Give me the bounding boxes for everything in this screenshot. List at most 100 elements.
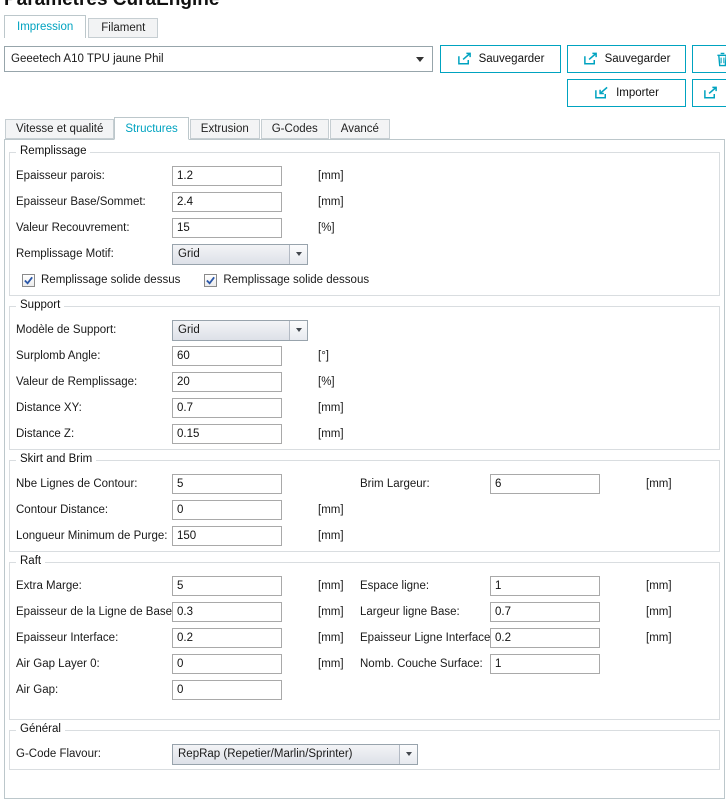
raft-extra-margin-input[interactable] — [172, 576, 282, 596]
tab-extrusion[interactable]: Extrusion — [190, 119, 260, 139]
field-label: Epaisseur Ligne Interface: — [360, 632, 490, 644]
field-row: Valeur de Remplissage: [%] — [16, 369, 713, 395]
raft-line-spacing-input[interactable] — [490, 576, 600, 596]
solid-top-checkbox-label: Remplissage solide dessus — [41, 274, 180, 286]
support-distance-xy-input[interactable] — [172, 398, 282, 418]
support-distance-z-input[interactable] — [172, 424, 282, 444]
field-label: Espace ligne: — [360, 580, 490, 592]
trash-icon — [716, 52, 726, 67]
field-row: Longueur Minimum de Purge: [mm] — [16, 523, 713, 549]
save-button-label: Sauvegarder — [479, 53, 545, 65]
skirt-distance-input[interactable] — [172, 500, 282, 520]
bottom-top-thickness-input[interactable] — [172, 192, 282, 212]
support-pattern-value: Grid — [173, 324, 289, 336]
checkbox-row: Remplissage solide dessus Remplissage so… — [16, 267, 713, 293]
group-title: Général — [16, 723, 65, 735]
import-button[interactable]: Importer — [567, 79, 686, 107]
infill-overlap-input[interactable] — [172, 218, 282, 238]
field-unit: [mm] — [318, 170, 352, 182]
field-row: Distance XY: [mm] — [16, 395, 713, 421]
save-button[interactable]: Sauvegarder — [440, 45, 561, 73]
support-pattern-select[interactable]: Grid — [172, 320, 308, 341]
field-unit: [mm] — [318, 580, 352, 592]
tab-gcodes[interactable]: G-Codes — [261, 119, 329, 139]
field-label: Epaisseur Interface: — [16, 632, 172, 644]
field-label: G-Code Flavour: — [16, 748, 172, 760]
field-row: Surplomb Angle: [°] — [16, 343, 713, 369]
check-icon — [23, 275, 34, 286]
field-row: Extra Marge: [mm] Espace ligne: [mm] — [16, 573, 713, 599]
chevron-down-icon — [406, 752, 412, 756]
field-row: Modèle de Support: Grid — [16, 317, 713, 343]
field-row: Remplissage Motif: Grid — [16, 241, 713, 267]
main-tab-bar: Impression Filament — [4, 15, 158, 38]
field-row: Valeur Recouvrement: [%] — [16, 215, 713, 241]
export-icon — [583, 52, 598, 66]
raft-base-line-width-input[interactable] — [490, 602, 600, 622]
tab-vitesse-et-qualite[interactable]: Vitesse et qualité — [5, 119, 114, 139]
export-button[interactable] — [692, 79, 726, 107]
brim-width-input[interactable] — [490, 474, 600, 494]
structures-panel: Remplissage Epaisseur parois: [mm] Epais… — [4, 139, 725, 799]
infill-pattern-select[interactable]: Grid — [172, 244, 308, 265]
raft-interface-thickness-input[interactable] — [172, 628, 282, 648]
solid-bottom-checkbox-label: Remplissage solide dessous — [223, 274, 369, 286]
group-support: Support Modèle de Support: Grid Surplomb… — [9, 306, 720, 450]
tab-avance[interactable]: Avancé — [330, 119, 390, 139]
field-unit: [mm] — [646, 580, 672, 592]
combo-dropdown-button[interactable] — [399, 745, 417, 764]
group-general: Général G-Code Flavour: RepRap (Repetier… — [9, 730, 720, 770]
raft-interface-line-thickness-input[interactable] — [490, 628, 600, 648]
export-icon — [457, 52, 472, 66]
field-row: Air Gap: — [16, 677, 713, 703]
solid-bottom-checkbox[interactable] — [204, 274, 217, 287]
support-fill-input[interactable] — [172, 372, 282, 392]
save-as-button-label: Sauvegarder — [605, 53, 671, 65]
field-row: Epaisseur Base/Sommet: [mm] — [16, 189, 713, 215]
skirt-line-count-input[interactable] — [172, 474, 282, 494]
combo-dropdown-button[interactable] — [289, 321, 307, 340]
combo-dropdown-button[interactable] — [289, 245, 307, 264]
field-unit: [mm] — [646, 606, 672, 618]
tab-structures[interactable]: Structures — [114, 117, 188, 140]
profile-select[interactable]: Geeetech A10 TPU jaune Phil — [4, 46, 433, 72]
field-label: Air Gap Layer 0: — [16, 658, 172, 670]
group-title: Skirt and Brim — [16, 453, 96, 465]
field-unit: [mm] — [318, 658, 352, 670]
wall-thickness-input[interactable] — [172, 166, 282, 186]
field-label: Épaisseur de la Ligne de Base: — [16, 606, 172, 618]
page-title: Paramètres CuraEngine — [0, 0, 420, 11]
field-label: Surplomb Angle: — [16, 350, 172, 362]
import-icon — [594, 86, 609, 100]
settings-tab-bar: Vitesse et qualité Structures Extrusion … — [4, 117, 390, 139]
chevron-down-icon — [296, 252, 302, 256]
field-unit: [mm] — [318, 196, 352, 208]
field-row: Air Gap Layer 0: [mm] Nomb. Couche Surfa… — [16, 651, 713, 677]
field-unit: [°] — [318, 350, 352, 362]
field-label: Nbe Lignes de Contour: — [16, 478, 172, 490]
field-row: Epaisseur Interface: [mm] Epaisseur Lign… — [16, 625, 713, 651]
field-label: Largeur ligne Base: — [360, 606, 490, 618]
export-icon — [703, 86, 718, 100]
solid-top-checkbox[interactable] — [22, 274, 35, 287]
field-unit: [mm] — [318, 504, 352, 516]
raft-airgap-input[interactable] — [172, 680, 282, 700]
tab-impression[interactable]: Impression — [4, 15, 86, 38]
save-as-button[interactable]: Sauvegarder — [567, 45, 686, 73]
field-row: Contour Distance: [mm] — [16, 497, 713, 523]
minimal-purge-length-input[interactable] — [172, 526, 282, 546]
field-label: Epaisseur parois: — [16, 170, 172, 182]
field-row: Épaisseur de la Ligne de Base: [mm] Larg… — [16, 599, 713, 625]
infill-pattern-value: Grid — [173, 248, 289, 260]
field-unit: [mm] — [318, 530, 352, 542]
raft-surface-layers-input[interactable] — [490, 654, 600, 674]
raft-base-thickness-input[interactable] — [172, 602, 282, 622]
field-unit: [mm] — [646, 632, 672, 644]
gcode-flavour-select[interactable]: RepRap (Repetier/Marlin/Sprinter) — [172, 744, 418, 765]
overhang-angle-input[interactable] — [172, 346, 282, 366]
raft-airgap-layer0-input[interactable] — [172, 654, 282, 674]
tab-filament[interactable]: Filament — [88, 18, 158, 38]
field-unit: [mm] — [318, 606, 352, 618]
field-label: Distance XY: — [16, 402, 172, 414]
delete-button[interactable] — [692, 45, 726, 73]
